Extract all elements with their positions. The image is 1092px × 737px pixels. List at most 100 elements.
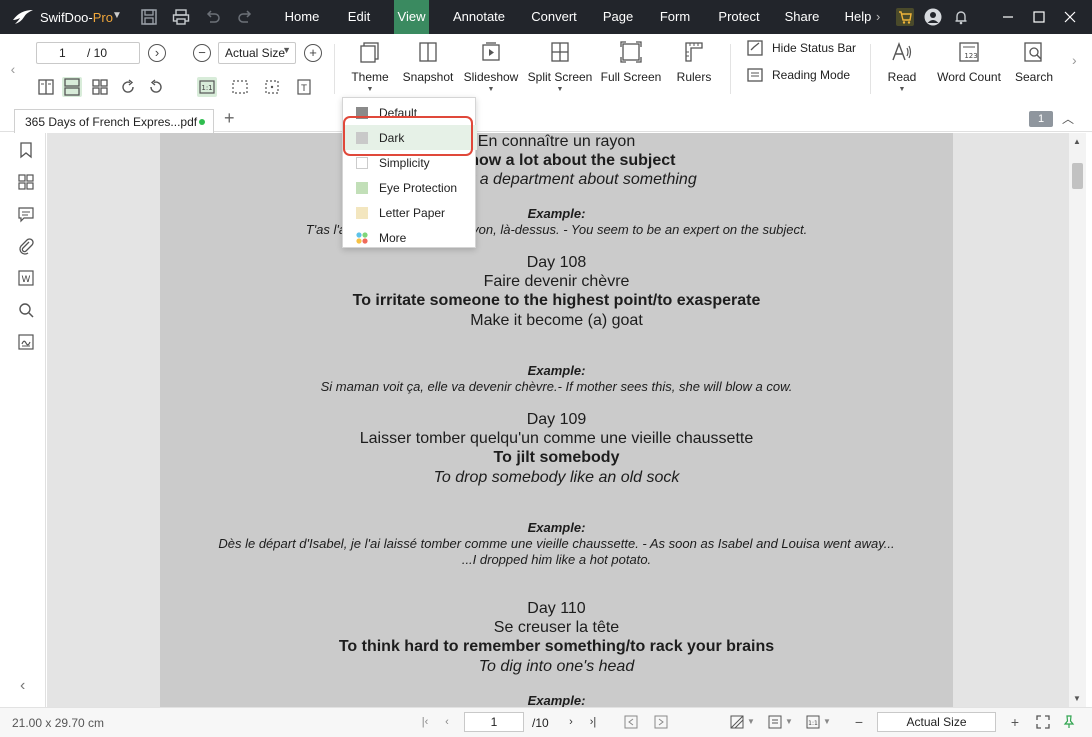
scrollbar-thumb[interactable] xyxy=(1072,163,1083,189)
menu-help[interactable]: Help xyxy=(840,0,876,34)
fullscreen-status-icon[interactable] xyxy=(1036,715,1050,729)
next-page-icon[interactable]: › xyxy=(148,44,166,62)
rotate-clockwise-icon[interactable] xyxy=(118,77,138,97)
undo-icon[interactable] xyxy=(204,8,222,26)
vertical-scrollbar[interactable]: ▲ ▼ xyxy=(1069,133,1086,707)
first-page-icon[interactable]: |‹ xyxy=(418,715,432,729)
last-page-icon[interactable]: ›| xyxy=(586,715,600,729)
search-sidebar-icon[interactable] xyxy=(17,301,35,319)
signature-icon[interactable] xyxy=(17,333,35,351)
minimize-icon[interactable] xyxy=(1000,9,1016,25)
word-export-icon[interactable]: W xyxy=(17,269,35,287)
toolbar-scroll-left-icon[interactable]: ‹ xyxy=(6,54,20,84)
zoom-out-icon[interactable]: − xyxy=(193,44,211,62)
new-tab-plus-icon[interactable]: + xyxy=(224,108,235,129)
collapse-ribbon-chevron-up-icon[interactable]: ︿ xyxy=(1062,110,1076,126)
actual-size-icon[interactable]: 1:1 xyxy=(197,77,217,97)
fit-page-icon[interactable] xyxy=(230,77,250,97)
menu-annotate[interactable]: Annotate xyxy=(446,0,512,34)
fit-width-icon[interactable] xyxy=(262,77,282,97)
toolbar-scroll-right-icon[interactable]: › xyxy=(1072,52,1086,72)
read-button[interactable]: Read ▼ xyxy=(884,38,920,98)
app-menu-caret-icon[interactable]: ▼ xyxy=(112,10,130,28)
thumbnails-icon[interactable] xyxy=(17,173,35,191)
document-tab[interactable]: 365 Days of French Expres...pdf xyxy=(14,109,214,133)
svg-text:123: 123 xyxy=(964,52,977,60)
previous-page-icon[interactable]: ‹ xyxy=(440,715,454,729)
page-layout-icon[interactable] xyxy=(768,715,782,729)
menu-view[interactable]: View xyxy=(394,0,429,34)
single-page-icon[interactable] xyxy=(36,77,56,97)
reading-mode-button[interactable]: Reading Mode xyxy=(746,65,856,87)
theme-option-letter-paper[interactable]: Letter Paper xyxy=(343,200,477,225)
zoom-select[interactable]: Actual Size ▼ xyxy=(218,42,296,64)
menu-share[interactable]: Share xyxy=(780,0,824,34)
theme-option-eye-protection[interactable]: Eye Protection xyxy=(343,175,477,200)
theme-button[interactable]: Theme ▼ xyxy=(346,38,394,98)
notification-bell-icon[interactable] xyxy=(952,8,970,26)
hide-status-bar-button[interactable]: Hide Status Bar xyxy=(746,38,856,60)
toolbar-separator xyxy=(334,44,335,94)
menu-edit[interactable]: Edit xyxy=(338,0,380,34)
zoom-in-icon[interactable]: + xyxy=(304,44,322,62)
document-viewer[interactable]: En connaître un rayon To know a lot abou… xyxy=(47,133,1069,707)
pdf-page[interactable]: En connaître un rayon To know a lot abou… xyxy=(160,133,953,707)
collapse-sidebar-chevron-left-icon[interactable]: ‹ xyxy=(20,677,25,695)
status-page-input[interactable]: 1 xyxy=(464,712,524,732)
previous-view-icon[interactable] xyxy=(624,715,638,729)
close-icon[interactable] xyxy=(1062,9,1078,25)
save-icon[interactable] xyxy=(140,8,158,26)
zoom-mode-caret-icon[interactable]: ▼ xyxy=(820,715,834,729)
bookmark-icon[interactable] xyxy=(17,141,35,159)
status-zoom-field[interactable]: Actual Size xyxy=(877,712,996,732)
comments-icon[interactable] xyxy=(17,205,35,223)
search-button[interactable]: Search xyxy=(1012,38,1056,98)
continuous-scroll-icon[interactable] xyxy=(62,77,82,97)
page-count-badge: 1 xyxy=(1029,111,1053,127)
page-dimensions: 21.00 x 29.70 cm xyxy=(12,716,105,730)
rulers-button[interactable]: Rulers xyxy=(672,38,716,98)
scroll-up-arrow-icon[interactable]: ▲ xyxy=(1073,137,1081,146)
actual-size-status-icon[interactable]: 1:1 xyxy=(806,715,820,729)
hide-status-bar-label: Hide Status Bar xyxy=(772,41,857,55)
user-avatar-icon[interactable] xyxy=(924,8,942,26)
full-screen-button[interactable]: Full Screen xyxy=(600,38,662,98)
text-select-icon[interactable]: T xyxy=(294,77,314,97)
hide-status-bar-icon xyxy=(747,40,763,56)
ribbon-toolbar: ‹ 1 / 10 › − Actual Size ▼ + 1:1 T Theme … xyxy=(0,34,1092,106)
rotate-counterclockwise-icon[interactable] xyxy=(146,77,166,97)
menu-page[interactable]: Page xyxy=(598,0,638,34)
slideshow-button[interactable]: Slideshow ▼ xyxy=(462,38,520,98)
menu-form[interactable]: Form xyxy=(654,0,696,34)
next-page-status-icon[interactable]: › xyxy=(564,715,578,729)
redo-icon[interactable] xyxy=(236,8,254,26)
menu-convert[interactable]: Convert xyxy=(524,0,584,34)
page-background-icon[interactable] xyxy=(730,715,744,729)
doc-line: To think hard to remember something/to r… xyxy=(338,638,775,655)
doc-line: To jilt somebody xyxy=(493,449,620,466)
full-screen-icon xyxy=(620,41,642,63)
print-icon[interactable] xyxy=(172,8,190,26)
cart-icon[interactable] xyxy=(896,8,914,26)
snapshot-button[interactable]: Snapshot xyxy=(401,38,455,98)
menu-more-chevron-icon[interactable]: › xyxy=(876,9,894,27)
reading-mode-icon xyxy=(747,68,763,82)
status-zoom-out-icon[interactable]: − xyxy=(852,715,866,729)
attachment-paperclip-icon[interactable] xyxy=(17,237,35,255)
menu-protect[interactable]: Protect xyxy=(712,0,766,34)
menu-home[interactable]: Home xyxy=(276,0,328,34)
thumbnail-grid-icon[interactable] xyxy=(90,77,110,97)
page-background-caret-icon[interactable]: ▼ xyxy=(744,715,758,729)
pin-icon[interactable] xyxy=(1062,715,1076,729)
next-view-icon[interactable] xyxy=(654,715,668,729)
snapshot-icon xyxy=(419,42,437,62)
theme-option-more[interactable]: More xyxy=(343,225,477,250)
scroll-down-arrow-icon[interactable]: ▼ xyxy=(1073,694,1081,703)
word-count-button[interactable]: 123 Word Count xyxy=(932,38,1006,98)
page-layout-caret-icon[interactable]: ▼ xyxy=(782,715,796,729)
page-number-input[interactable]: 1 / 10 xyxy=(36,42,140,64)
status-zoom-in-icon[interactable]: + xyxy=(1008,715,1022,729)
svg-text:W: W xyxy=(22,275,31,285)
maximize-icon[interactable] xyxy=(1031,9,1047,25)
split-screen-button[interactable]: Split Screen ▼ xyxy=(527,38,593,98)
